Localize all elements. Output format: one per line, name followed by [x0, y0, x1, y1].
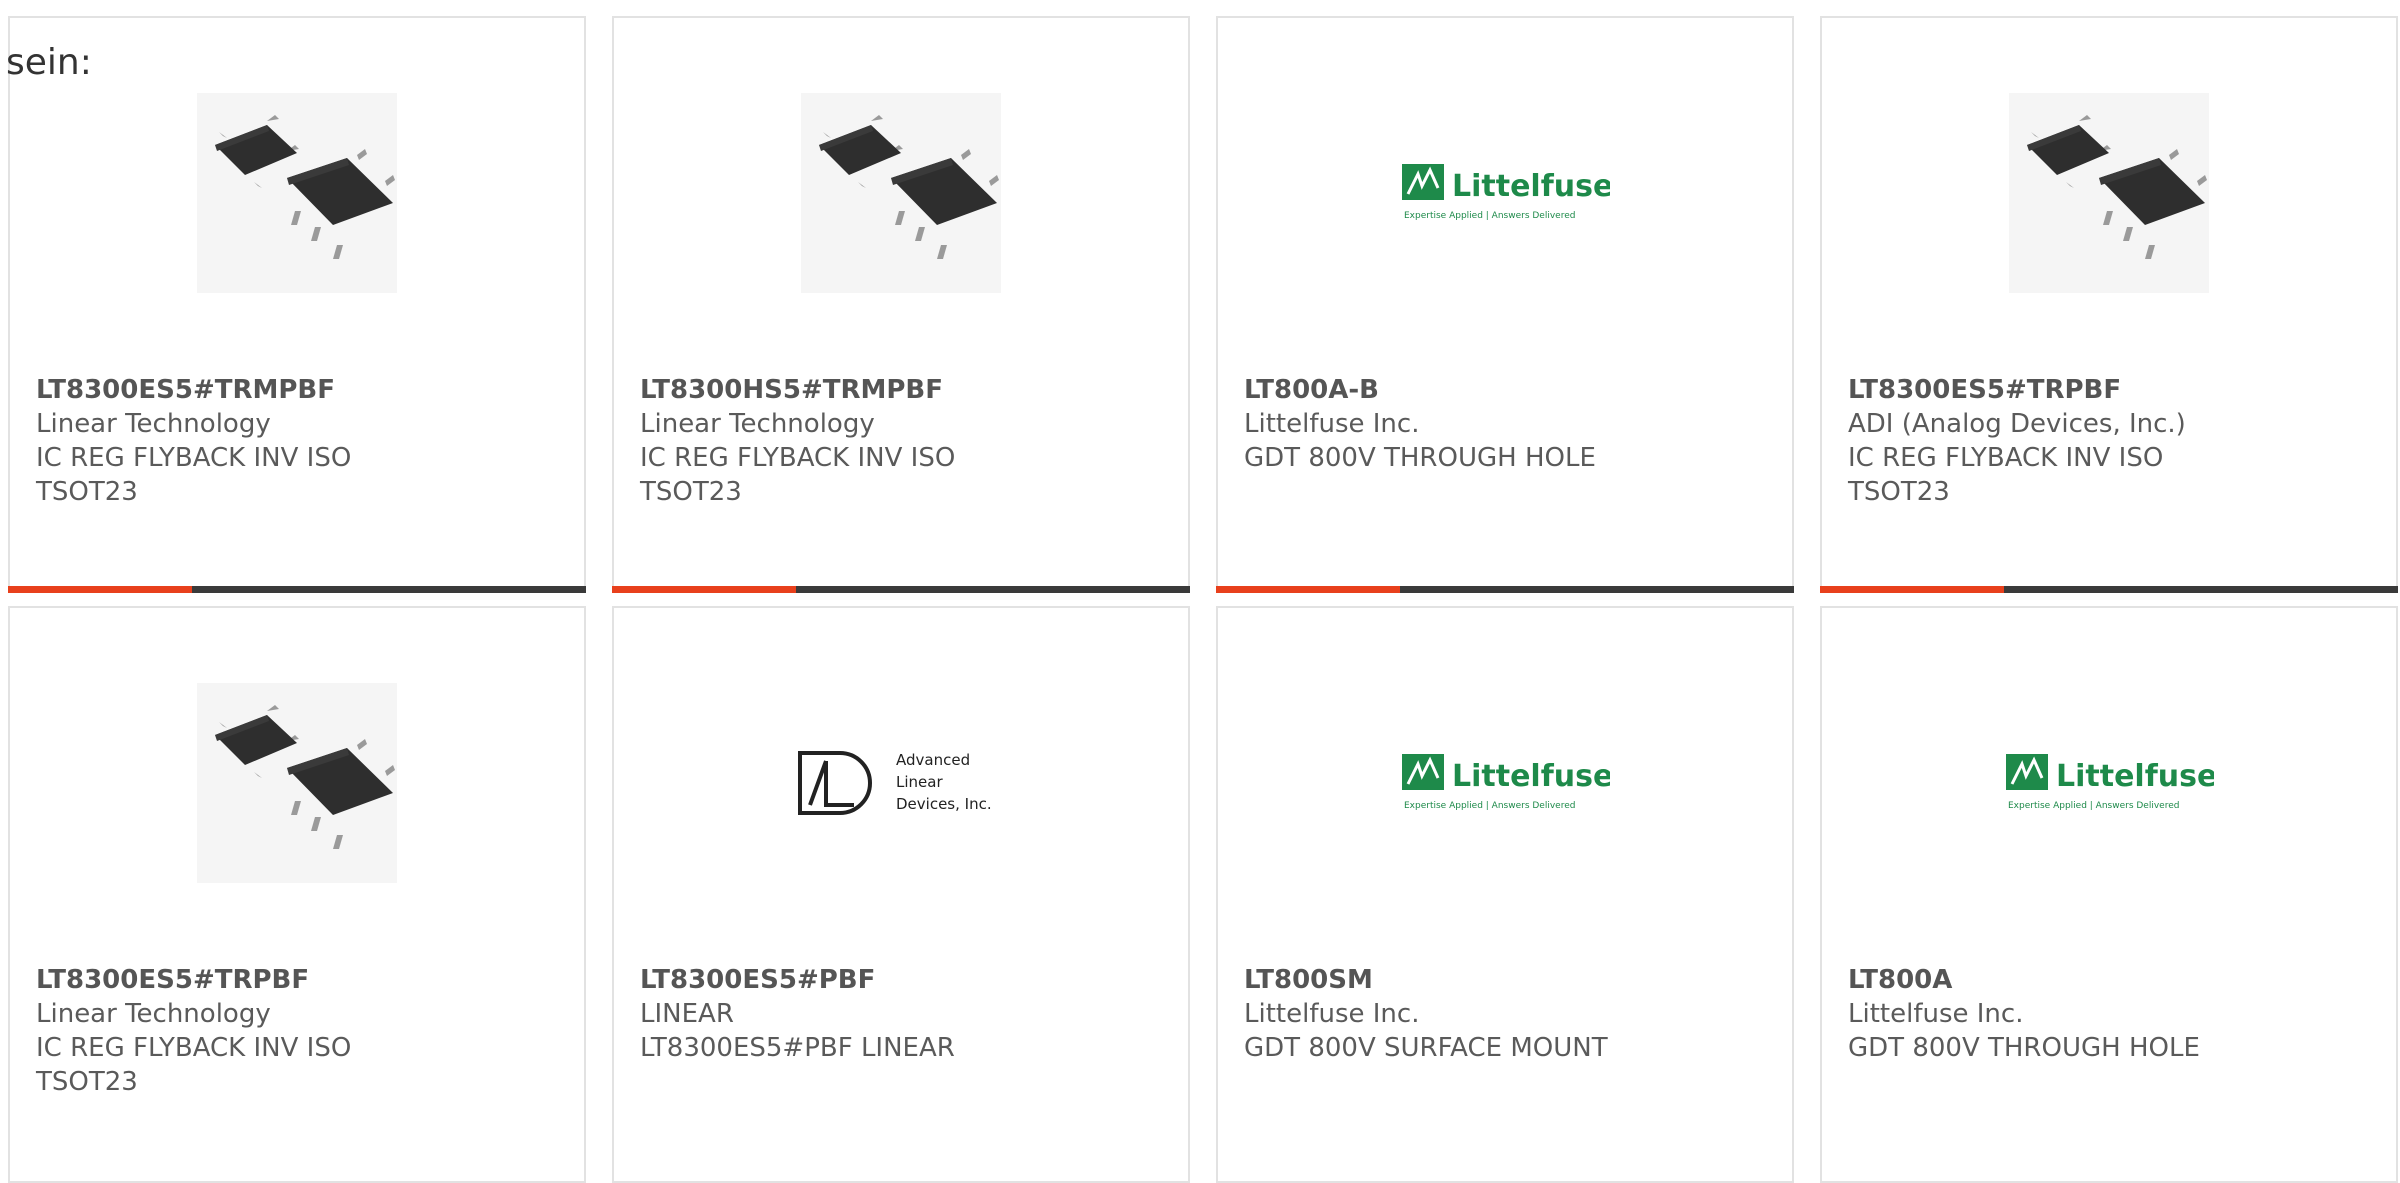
product-card[interactable]: Littelfuse Expertise Applied | Answers De…: [1216, 16, 1794, 593]
part-number[interactable]: LT8300ES5#TRPBF: [1848, 373, 2376, 407]
product-image: [10, 668, 584, 898]
product-description: GDT 800V THROUGH HOLE: [1244, 443, 1596, 473]
product-image: [10, 78, 584, 308]
chip-photo: [197, 93, 397, 293]
product-info: LT8300ES5#TRMPBF Linear Technology IC REG …: [36, 373, 564, 509]
manufacturer-name: Linear Technology: [36, 409, 271, 439]
product-image: Littelfuse Expertise Applied | Answers De…: [1822, 668, 2396, 898]
svg-text:Expertise Applied | Answers De: Expertise Applied | Answers Delivered: [2008, 801, 2179, 811]
svg-text:Expertise Applied | Answers De: Expertise Applied | Answers Delivered: [1404, 211, 1575, 221]
svg-text:Advanced: Advanced: [896, 751, 970, 769]
card-bottom-bar: [612, 586, 1190, 593]
part-number[interactable]: LT800SM: [1244, 963, 1772, 997]
product-card[interactable]: Advanced Linear Devices, Inc. LT8300ES5#PBF…: [612, 606, 1190, 1183]
svg-text:Littelfuse: Littelfuse: [1452, 169, 1610, 204]
product-info: LT8300ES5#TRPBF ADI (Analog Devices, Inc.…: [1848, 373, 2376, 509]
part-number[interactable]: LT800A: [1848, 963, 2376, 997]
product-card[interactable]: Littelfuse Expertise Applied | Answers De…: [1216, 606, 1794, 1183]
manufacturer-name: ADI (Analog Devices, Inc.): [1848, 409, 2186, 439]
product-description: TSOT23: [36, 1067, 138, 1097]
product-info: LT8300ES5#PBF LINEAR LT8300ES5#PBF LINEAR: [640, 963, 1168, 1065]
manufacturer-name: Linear Technology: [640, 409, 875, 439]
card-accent-bar: [1820, 586, 2004, 593]
product-card[interactable]: LT8300HS5#TRMPBF Linear Technology IC REG …: [612, 16, 1190, 593]
product-info: LT800SM Littelfuse Inc. GDT 800V SURFACE M…: [1244, 963, 1772, 1065]
chip-photo: [801, 93, 1001, 293]
chip-photo: [197, 683, 397, 883]
intro-text: sein:: [6, 42, 92, 83]
part-number[interactable]: LT800A-B: [1244, 373, 1772, 407]
part-number[interactable]: LT8300ES5#PBF: [640, 963, 1168, 997]
svg-text:Expertise Applied | Answers De: Expertise Applied | Answers Delivered: [1404, 801, 1575, 811]
product-image: Littelfuse Expertise Applied | Answers De…: [1218, 78, 1792, 308]
product-info: LT800A-B Littelfuse Inc. GDT 800V THROUGH …: [1244, 373, 1772, 475]
part-number[interactable]: LT8300HS5#TRMPBF: [640, 373, 1168, 407]
product-description: TSOT23: [1848, 477, 1950, 507]
product-description: TSOT23: [36, 477, 138, 507]
manufacturer-name: Littelfuse Inc.: [1244, 409, 1420, 439]
manufacturer-name: Littelfuse Inc.: [1848, 999, 2024, 1029]
advanced-linear-logo: Advanced Linear Devices, Inc.: [796, 743, 1006, 823]
product-info: LT8300ES5#TRPBF Linear Technology IC REG F…: [36, 963, 564, 1099]
product-description: IC REG FLYBACK INV ISO: [1848, 443, 2164, 473]
svg-text:Devices, Inc.: Devices, Inc.: [896, 795, 992, 813]
card-accent-bar: [612, 586, 796, 593]
card-bottom-bar: [1820, 586, 2398, 593]
svg-text:Littelfuse: Littelfuse: [1452, 759, 1610, 794]
product-card[interactable]: LT8300ES5#TRMPBF Linear Technology IC REG …: [8, 16, 586, 593]
product-card[interactable]: Littelfuse Expertise Applied | Answers De…: [1820, 606, 2398, 1183]
product-description: IC REG FLYBACK INV ISO: [36, 443, 352, 473]
product-description: GDT 800V SURFACE MOUNT: [1244, 1033, 1608, 1063]
card-accent-bar: [1216, 586, 1400, 593]
product-description: LT8300ES5#PBF LINEAR: [640, 1033, 955, 1063]
product-card[interactable]: LT8300ES5#TRPBF Linear Technology IC REG F…: [8, 606, 586, 1183]
littelfuse-logo: Littelfuse Expertise Applied | Answers De…: [1400, 748, 1613, 818]
card-bottom-bar: [8, 586, 586, 593]
littelfuse-logo: Littelfuse Expertise Applied | Answers De…: [2004, 748, 2217, 818]
part-number[interactable]: LT8300ES5#TRPBF: [36, 963, 564, 997]
product-info: LT800A Littelfuse Inc. GDT 800V THROUGH HO…: [1848, 963, 2376, 1065]
product-info: LT8300HS5#TRMPBF Linear Technology IC REG …: [640, 373, 1168, 509]
product-description: IC REG FLYBACK INV ISO: [640, 443, 956, 473]
product-description: TSOT23: [640, 477, 742, 507]
product-description: GDT 800V THROUGH HOLE: [1848, 1033, 2200, 1063]
svg-text:Littelfuse: Littelfuse: [2056, 759, 2214, 794]
manufacturer-name: Littelfuse Inc.: [1244, 999, 1420, 1029]
chip-photo: [2009, 93, 2209, 293]
product-image: Littelfuse Expertise Applied | Answers De…: [1218, 668, 1792, 898]
card-bottom-bar: [1216, 586, 1794, 593]
product-image: [1822, 78, 2396, 308]
product-image: Advanced Linear Devices, Inc.: [614, 668, 1188, 898]
manufacturer-name: Linear Technology: [36, 999, 271, 1029]
manufacturer-name: LINEAR: [640, 999, 734, 1029]
card-accent-bar: [8, 586, 192, 593]
product-description: IC REG FLYBACK INV ISO: [36, 1033, 352, 1063]
littelfuse-logo: Littelfuse Expertise Applied | Answers De…: [1400, 158, 1613, 228]
svg-text:Linear: Linear: [896, 773, 943, 791]
product-image: [614, 78, 1188, 308]
product-grid: LT8300ES5#TRMPBF Linear Technology IC REG …: [0, 0, 2400, 1183]
part-number[interactable]: LT8300ES5#TRMPBF: [36, 373, 564, 407]
product-card[interactable]: LT8300ES5#TRPBF ADI (Analog Devices, Inc.…: [1820, 16, 2398, 593]
